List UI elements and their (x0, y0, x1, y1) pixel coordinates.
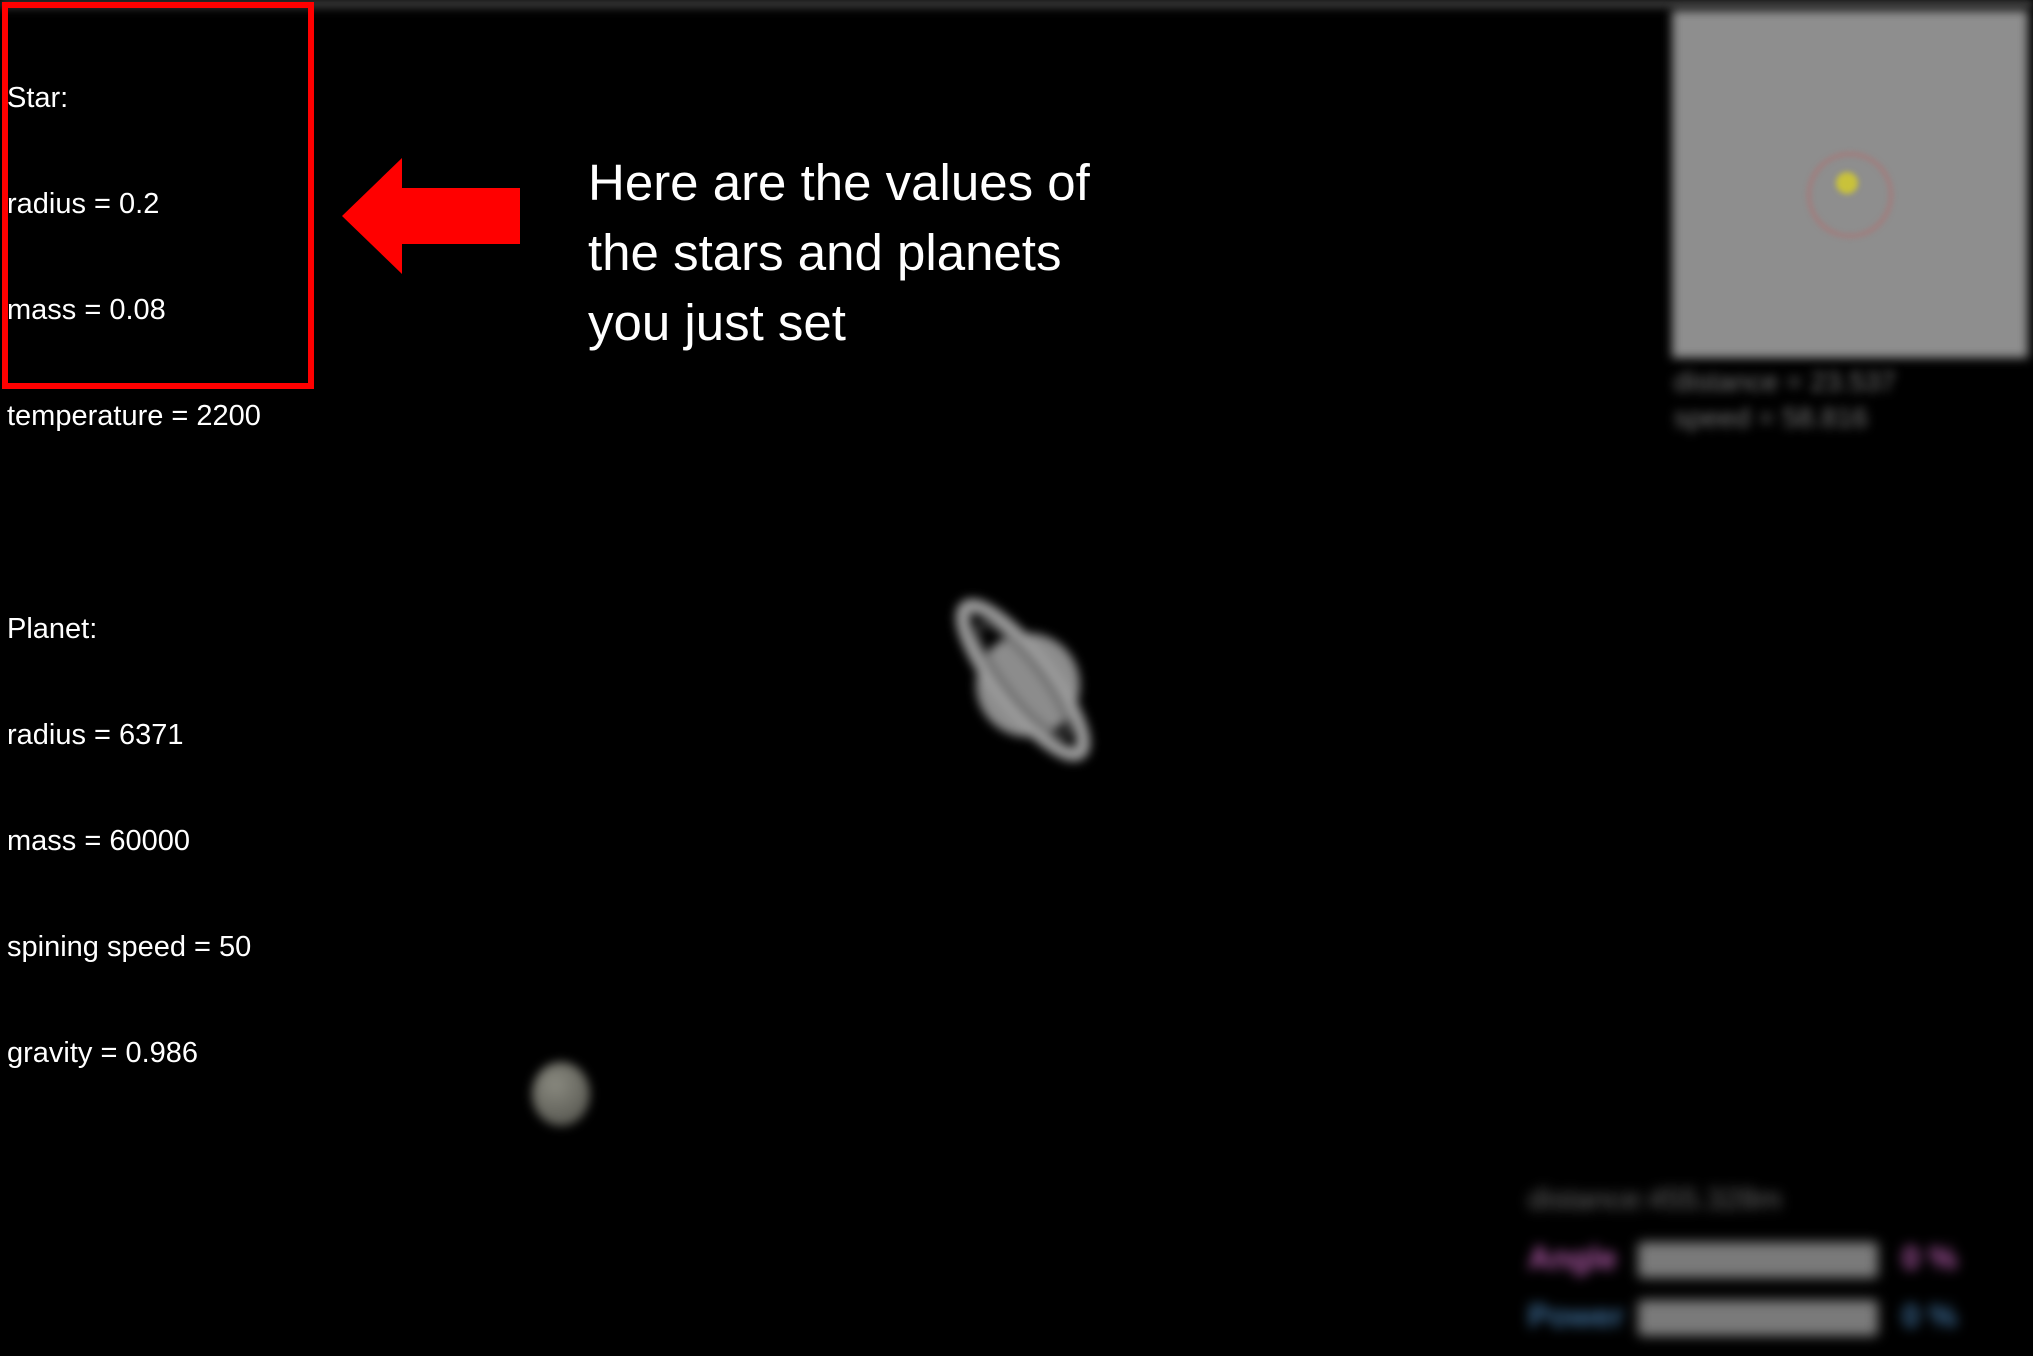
planet-gravity: gravity = 0.986 (7, 1037, 199, 1070)
minimap-speed: speed = 58.816 (1674, 402, 1868, 433)
annotation-line-3: you just set (588, 294, 846, 351)
planet-mass: mass = 60000 (7, 824, 190, 857)
power-percent: 0 % (1902, 1298, 1958, 1334)
launch-hud: distance:455.328m Angle 0 % Power 0 % (1520, 1178, 2020, 1348)
angle-bar[interactable] (1638, 1242, 1878, 1278)
planet-radius: radius = 6371 (7, 718, 184, 751)
annotation-line-1: Here are the values of (588, 154, 1090, 211)
annotation-callout: Here are the values of the stars and pla… (588, 148, 1148, 358)
moon (532, 1062, 590, 1126)
power-control[interactable]: Power 0 % (1528, 1294, 2018, 1340)
left-arrow-icon (342, 158, 520, 274)
angle-control[interactable]: Angle 0 % (1528, 1236, 2018, 1282)
minimap-orbit-ring (1808, 153, 1892, 237)
power-label: Power (1528, 1298, 1625, 1334)
planet-spin-speed: spining speed = 50 (7, 931, 252, 964)
angle-label: Angle (1528, 1240, 1617, 1276)
ringed-planet (955, 598, 1091, 762)
minimap-readout: distance = 23.537 speed = 58.816 (1674, 364, 1896, 436)
planet-heading: Planet: (7, 612, 98, 645)
minimap-distance: distance = 23.537 (1674, 366, 1896, 397)
angle-percent: 0 % (1902, 1240, 1958, 1276)
hud-distance: distance:455.328m (1528, 1183, 1782, 1216)
minimap-star-dot (1836, 172, 1858, 194)
annotation-line-2: the stars and planets (588, 224, 1062, 281)
game-canvas[interactable]: distance = 23.537 speed = 58.816 distanc… (0, 0, 2033, 1356)
highlight-box (2, 2, 314, 389)
power-bar[interactable] (1638, 1300, 1878, 1336)
star-temperature: temperature = 2200 (7, 400, 261, 433)
